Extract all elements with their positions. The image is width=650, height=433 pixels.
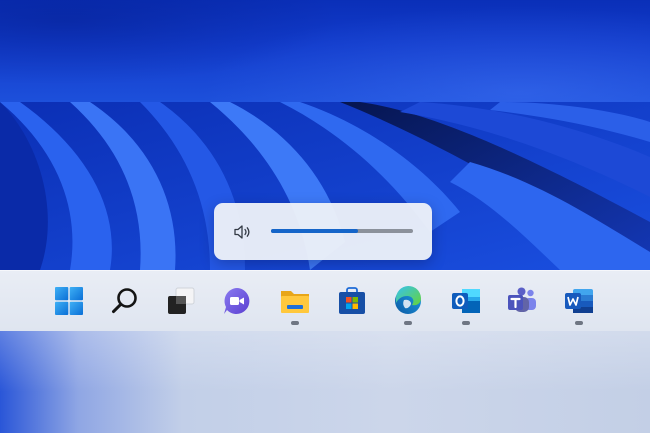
edge-icon (395, 285, 421, 314)
taskbar-task-view-button[interactable] (161, 283, 201, 323)
running-indicator (404, 321, 412, 325)
taskbar-outlook-button[interactable] (446, 283, 486, 325)
word-icon (565, 289, 593, 313)
running-indicator (575, 321, 583, 325)
taskbar-file-explorer-button[interactable] (275, 283, 315, 325)
running-indicator (462, 321, 470, 325)
taskbar (0, 270, 650, 331)
task-view-icon (168, 287, 195, 314)
taskbar-store-button[interactable] (332, 283, 372, 323)
taskbar-edge-button[interactable] (388, 283, 428, 325)
taskbar-start-button[interactable] (49, 283, 89, 323)
taskbar-chat-button[interactable] (217, 283, 257, 323)
teams-icon (508, 287, 536, 312)
volume-flyout (214, 203, 432, 260)
blurred-desktop-bottom (0, 330, 650, 433)
windows-logo-icon (55, 287, 83, 315)
running-indicator (291, 321, 299, 325)
taskbar-search-button[interactable] (105, 283, 145, 323)
outlook-icon (452, 289, 480, 313)
search-icon (112, 288, 137, 314)
taskbar-word-button[interactable] (559, 283, 599, 325)
speaker-icon[interactable] (232, 222, 252, 242)
taskbar-teams-button[interactable] (502, 283, 542, 323)
store-icon (339, 287, 365, 314)
blurred-wallpaper-top (0, 0, 650, 102)
volume-slider[interactable] (271, 221, 413, 241)
folder-icon (281, 291, 309, 313)
chat-video-icon (224, 288, 250, 314)
